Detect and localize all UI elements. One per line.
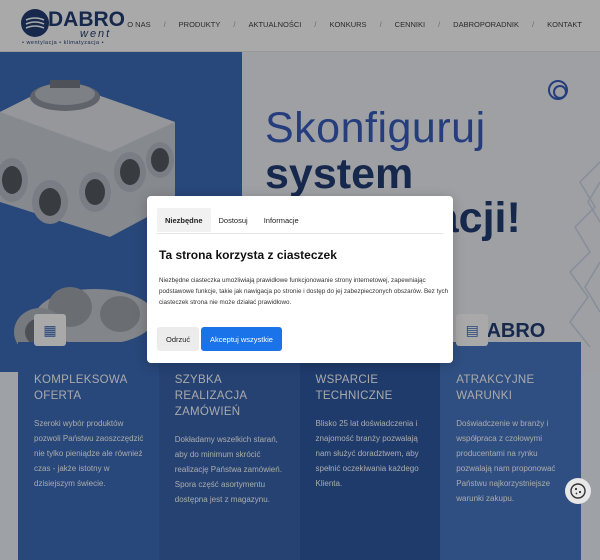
cookie-tabs: Niezbędne Dostosuj Informacje: [157, 208, 307, 232]
tab-dostosuj[interactable]: Dostosuj: [211, 208, 256, 232]
cookie-dialog-title: Ta strona korzysta z ciasteczek: [159, 248, 337, 262]
tabs-divider: [157, 233, 443, 234]
cookie-settings-button[interactable]: [565, 478, 591, 504]
accept-all-button[interactable]: Akceptuj wszystkie: [201, 327, 282, 351]
tab-informacje[interactable]: Informacje: [256, 208, 307, 232]
cookie-icon: [570, 483, 586, 499]
cookie-dialog-text: Niezbędne ciasteczka umożliwiają prawidł…: [159, 277, 449, 306]
refuse-button[interactable]: Odrzuć: [157, 327, 200, 351]
tab-niezbedne[interactable]: Niezbędne: [157, 208, 211, 232]
cookie-consent-dialog: Niezbędne Dostosuj Informacje Ta strona …: [147, 196, 453, 363]
